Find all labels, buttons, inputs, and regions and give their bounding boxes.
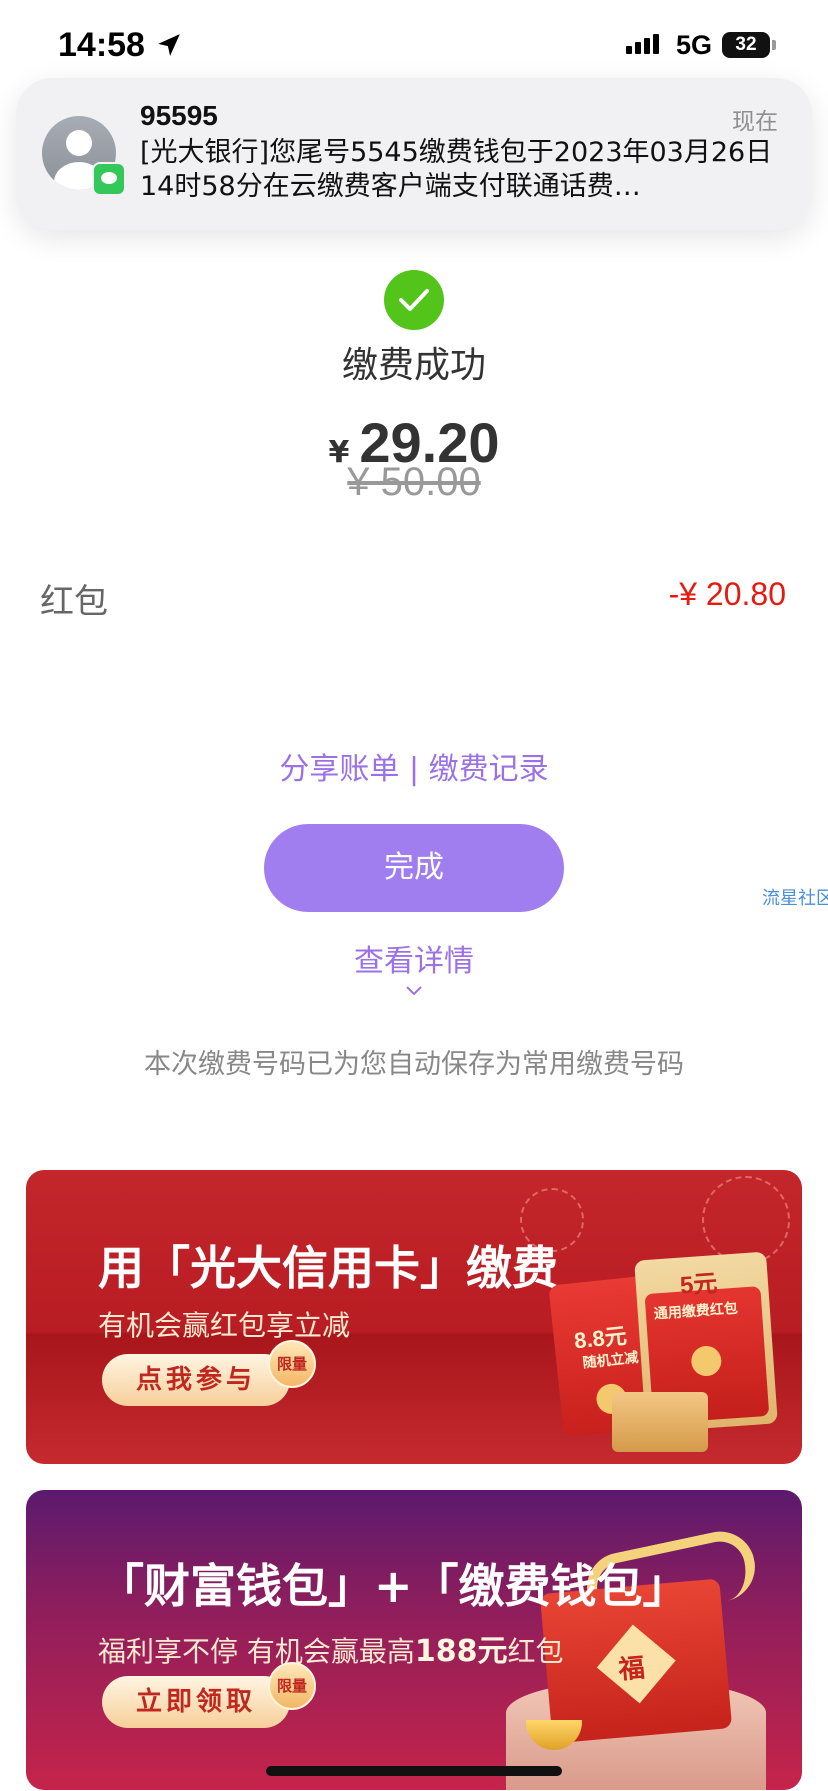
discount-label: 红包 — [40, 582, 108, 622]
wallet-promo-banner[interactable]: 福 「财富钱包」+「缴费钱包」 福利享不停 有机会赢最高188元红包 立即领取 … — [26, 1490, 802, 1790]
join-button[interactable]: 点我参与 — [102, 1354, 290, 1406]
subtitle-highlight: 188元 — [414, 1634, 508, 1669]
notification-sender: 95595 — [140, 100, 218, 131]
original-amount: ¥ 50.00 — [347, 460, 481, 504]
banner-title: 用「光大信用卡」缴费 — [98, 1241, 558, 1295]
subtitle-pre: 福利享不停 有机会赢最高 — [98, 1635, 415, 1668]
firework-decoration — [702, 1176, 790, 1264]
home-indicator[interactable] — [266, 1766, 562, 1776]
coupon-amount: 5元 — [679, 1270, 719, 1300]
chevron-down-icon[interactable] — [406, 986, 422, 996]
payment-records-link[interactable]: 缴费记录 — [429, 752, 549, 787]
claim-button[interactable]: 立即领取 — [102, 1676, 290, 1728]
banner-subtitle: 福利享不停 有机会赢最高188元红包 — [98, 1626, 564, 1670]
credit-card-illustration — [612, 1392, 708, 1452]
battery-cap — [772, 40, 776, 50]
network-type: 5G — [676, 30, 713, 60]
done-button[interactable]: 完成 — [264, 824, 564, 912]
link-separator: | — [399, 752, 429, 787]
envelope-note: 随机立减 — [581, 1348, 640, 1371]
notification-time: 现在 — [732, 109, 778, 135]
messages-icon — [92, 162, 126, 196]
gift-box-char: 福 — [617, 1653, 646, 1686]
view-details-link[interactable]: 查看详情 — [0, 936, 828, 980]
notification-body: [光大银行]您尾号5545缴费钱包于2023年03月26日14时58分在云缴费客… — [140, 137, 773, 202]
subtitle-post: 红包 — [507, 1635, 564, 1668]
credit-card-promo-banner[interactable]: 用「光大信用卡」缴费 有机会赢红包享立减 点我参与 限量 8.8元 随机立减 5… — [26, 1170, 802, 1464]
sms-notification[interactable]: 95595 现在 [光大银行]您尾号5545缴费钱包于2023年03月26日14… — [16, 78, 812, 230]
banner-subtitle: 有机会赢红包享立减 — [98, 1309, 351, 1342]
discount-value: -¥ 20.80 — [668, 576, 786, 612]
success-check-icon — [384, 270, 444, 330]
banner-title: 「财富钱包」+「缴费钱包」 — [98, 1559, 689, 1613]
action-links: 分享账单 | 缴费记录 — [0, 744, 828, 788]
signal-bars-icon — [626, 34, 659, 54]
payment-status-title: 缴费成功 — [341, 345, 486, 386]
saved-number-note: 本次缴费号码已为您自动保存为常用缴费号码 — [144, 1049, 684, 1080]
limited-badge: 限量 — [268, 1662, 316, 1710]
share-bill-link[interactable]: 分享账单 — [279, 752, 399, 787]
status-time: 14:58 — [58, 26, 145, 64]
limited-badge: 限量 — [268, 1340, 316, 1388]
side-watermark: 流星社区 — [762, 888, 828, 909]
battery-icon: 32 — [722, 32, 770, 58]
location-arrow-icon — [158, 34, 180, 56]
